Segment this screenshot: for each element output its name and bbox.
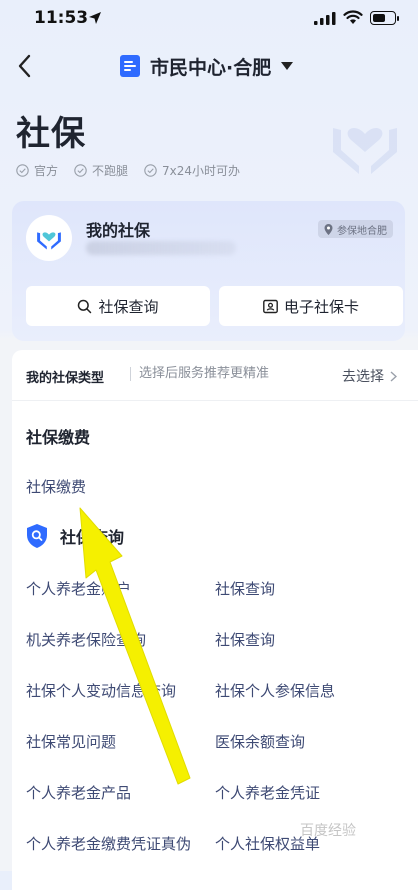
nav-bar: 市民中心·合肥 xyxy=(0,44,418,88)
document-icon xyxy=(120,55,140,77)
back-chevron-icon[interactable] xyxy=(14,52,38,80)
feature-tags: 官方 不跑腿 7x24小时可办 xyxy=(16,162,256,179)
card-avatar xyxy=(26,215,72,261)
social-security-query-button[interactable]: 社保查询 xyxy=(26,286,210,326)
query-item-pension-products[interactable]: 个人养老金产品 xyxy=(26,782,131,803)
query-section-header: 社保查询 xyxy=(26,524,124,548)
region-badge: 参保地合肥 xyxy=(318,220,393,238)
query-item-social-query-2[interactable]: 社保查询 xyxy=(215,629,275,650)
nav-title: 市民中心·合肥 xyxy=(150,56,272,79)
feature-tag-24h: 7x24小时可办 xyxy=(144,162,240,179)
card-title: 我的社保 xyxy=(86,221,151,240)
query-item-insured-info[interactable]: 社保个人参保信息 xyxy=(215,680,335,701)
query-item-agency-pension[interactable]: 机关养老保险查询 xyxy=(26,629,146,650)
location-arrow-icon xyxy=(89,12,101,24)
query-item-voucher-verify[interactable]: 个人养老金缴费凭证真伪 xyxy=(26,833,191,854)
insurance-type-row[interactable]: 我的社保类型 选择后服务推荐更精准 去选择 xyxy=(12,350,418,401)
query-item-faq[interactable]: 社保常见问题 xyxy=(26,731,116,752)
feature-tag-no-errand: 不跑腿 xyxy=(74,162,128,179)
query-section-title: 社保查询 xyxy=(60,528,125,547)
services-panel: 我的社保类型 选择后服务推荐更精准 去选择 社保缴费 社保缴费 社保查询 个人养… xyxy=(12,350,418,890)
payment-link[interactable]: 社保缴费 xyxy=(26,476,86,497)
status-time: 11:53 xyxy=(34,8,89,28)
insurance-type-hint: 选择后服务推荐更精准 xyxy=(130,367,269,381)
e-social-security-card-button[interactable]: 电子社保卡 xyxy=(219,286,403,326)
page-title: 社保 xyxy=(16,114,86,154)
watermark: 百度经验 xyxy=(300,823,356,839)
location-pin-icon xyxy=(324,223,333,235)
hands-heart-icon xyxy=(333,127,397,174)
query-item-pension-account[interactable]: 个人养老金账户 xyxy=(26,578,131,599)
insurance-type-label: 我的社保类型 xyxy=(26,371,105,386)
search-icon xyxy=(78,299,92,313)
check-circle-icon xyxy=(74,164,87,177)
wifi-icon xyxy=(343,10,363,24)
check-circle-icon xyxy=(144,164,157,177)
masked-id xyxy=(86,241,236,255)
query-item-change-info[interactable]: 社保个人变动信息查询 xyxy=(26,680,176,701)
query-item-social-query-1[interactable]: 社保查询 xyxy=(215,578,275,599)
status-bar: 11:53 xyxy=(0,0,418,38)
check-circle-icon xyxy=(16,164,29,177)
cellular-signal-icon xyxy=(314,12,336,25)
query-item-pension-voucher[interactable]: 个人养老金凭证 xyxy=(215,782,320,803)
id-card-icon xyxy=(263,299,278,313)
my-social-security-card[interactable]: 我的社保 参保地合肥 社保查询 电子社保卡 xyxy=(12,201,405,341)
battery-icon xyxy=(370,11,399,25)
caret-down-icon xyxy=(281,62,294,70)
hands-heart-icon xyxy=(37,232,61,250)
select-type-link[interactable]: 去选择 xyxy=(342,366,397,386)
query-item-medical-balance[interactable]: 医保余额查询 xyxy=(215,731,305,752)
city-selector[interactable]: 市民中心·合肥 xyxy=(120,50,294,82)
chevron-right-icon xyxy=(390,370,397,382)
payment-section-title: 社保缴费 xyxy=(26,428,91,447)
shield-search-icon xyxy=(27,524,47,548)
feature-tag-official: 官方 xyxy=(16,162,58,179)
